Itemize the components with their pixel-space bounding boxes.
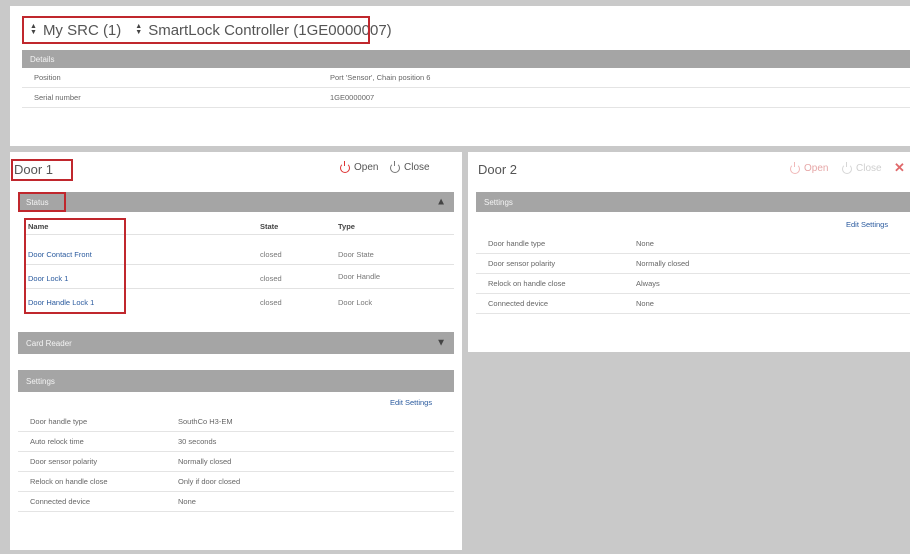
chevron-down-icon: ▼ [436, 337, 446, 349]
door1-edit-settings-link[interactable]: Edit Settings [390, 398, 432, 407]
details-value: Port 'Sensor', Chain position 6 [330, 73, 431, 82]
setting-value: Always [636, 279, 660, 288]
power-icon [790, 161, 800, 174]
details-key: Position [34, 73, 61, 82]
power-icon [842, 161, 852, 174]
setting-key: Door handle type [30, 417, 88, 426]
door1-open-label: Open [354, 162, 379, 173]
setting-key: Door handle type [488, 239, 546, 248]
highlight-box [24, 218, 126, 314]
door1-settings-header: Settings [18, 370, 454, 392]
card-reader-header[interactable]: Card Reader ▼ [18, 332, 454, 354]
setting-value: None [636, 239, 654, 248]
status-col-state: State [260, 222, 279, 231]
door2-settings-header: Settings [476, 192, 910, 212]
door1-setting-row: Door handle type SouthCo H3-EM [18, 412, 454, 432]
door1-panel: Door 1 Open Close Status ▲ Name State Ty… [10, 152, 462, 550]
status-item-state: closed [260, 250, 282, 259]
door1-setting-row: Door sensor polarity Normally closed [18, 452, 454, 472]
details-value: 1GE0000007 [330, 93, 375, 102]
door1-close-label: Close [404, 162, 430, 173]
setting-value: Normally closed [636, 259, 690, 268]
setting-key: Connected device [488, 299, 549, 308]
details-header: Details [22, 50, 910, 68]
status-item-state: closed [260, 298, 282, 307]
card-reader-header-label: Card Reader [26, 338, 72, 348]
door1-open-button[interactable]: Open [340, 160, 379, 173]
status-col-type: Type [338, 222, 355, 231]
door2-edit-settings-link[interactable]: Edit Settings [846, 220, 888, 229]
door1-setting-row: Auto relock time 30 seconds [18, 432, 454, 452]
door1-settings-header-label: Settings [26, 376, 55, 386]
door2-settings-header-label: Settings [484, 197, 513, 207]
setting-value: 30 seconds [178, 437, 217, 446]
door1-setting-row: Connected device None [18, 492, 454, 512]
door2-panel: Door 2 Open Close ✕ Settings Edit Settin… [468, 152, 910, 352]
close-x-icon: ✕ [894, 160, 905, 175]
status-item-type: Door Lock [338, 298, 373, 307]
details-header-label: Details [30, 54, 55, 64]
power-icon [340, 160, 350, 173]
door2-open-button[interactable]: Open [790, 161, 829, 174]
door2-setting-row: Door sensor polarity Normally closed [476, 254, 910, 274]
setting-value: None [636, 299, 654, 308]
setting-value: SouthCo H3-EM [178, 417, 233, 426]
details-key: Serial number [34, 93, 81, 102]
details-row: Serial number 1GE0000007 [22, 88, 910, 108]
power-icon [390, 160, 400, 173]
door2-delete-button[interactable]: ✕ [894, 160, 905, 176]
setting-key: Door sensor polarity [488, 259, 556, 268]
highlight-box [22, 16, 370, 44]
door2-open-label: Open [804, 163, 829, 174]
door1-close-button[interactable]: Close [390, 160, 430, 173]
setting-value: None [178, 497, 196, 506]
door2-setting-row: Relock on handle close Always [476, 274, 910, 294]
setting-value: Normally closed [178, 457, 232, 466]
door1-setting-row: Relock on handle close Only if door clos… [18, 472, 454, 492]
status-item-type: Door Handle [338, 272, 381, 281]
door2-close-button[interactable]: Close [842, 161, 882, 174]
setting-key: Auto relock time [30, 437, 84, 446]
device-details-panel: ▲ ▼ My SRC (1) ▲ ▼ SmartLock Controller (1… [10, 6, 910, 146]
door2-setting-row: Door handle type None [476, 234, 910, 254]
setting-key: Door sensor polarity [30, 457, 98, 466]
details-row: Position Port 'Sensor', Chain position 6 [22, 68, 910, 88]
setting-key: Relock on handle close [488, 279, 566, 288]
highlight-box [11, 159, 73, 181]
setting-key: Relock on handle close [30, 477, 108, 486]
door2-close-label: Close [856, 163, 882, 174]
highlight-box [18, 192, 66, 212]
door2-title: Door 2 [478, 162, 518, 177]
status-item-type: Door State [338, 250, 374, 259]
setting-value: Only if door closed [178, 477, 241, 486]
status-header[interactable]: Status ▲ [18, 192, 454, 212]
door2-setting-row: Connected device None [476, 294, 910, 314]
status-item-state: closed [260, 274, 282, 283]
setting-key: Connected device [30, 497, 91, 506]
chevron-up-icon: ▲ [436, 196, 446, 208]
